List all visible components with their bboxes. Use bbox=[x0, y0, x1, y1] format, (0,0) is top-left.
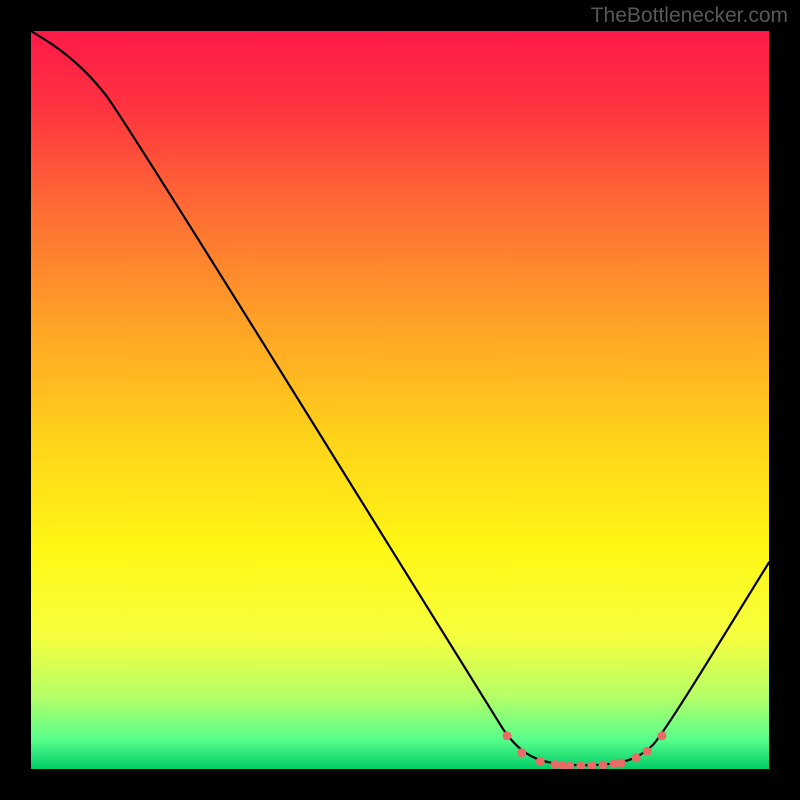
chart-background-gradient bbox=[31, 31, 769, 769]
optimal-range-dot bbox=[657, 731, 666, 740]
optimal-range-dot bbox=[536, 757, 545, 766]
optimal-range-dot bbox=[517, 748, 526, 757]
optimal-range-dot bbox=[617, 759, 626, 768]
watermark-text: TheBottlenecker.com bbox=[591, 4, 788, 28]
chart-plot-area bbox=[31, 31, 769, 769]
chart-svg bbox=[31, 31, 769, 769]
optimal-range-dot bbox=[503, 731, 512, 740]
optimal-range-dot bbox=[632, 753, 641, 762]
optimal-range-dot bbox=[643, 747, 652, 756]
